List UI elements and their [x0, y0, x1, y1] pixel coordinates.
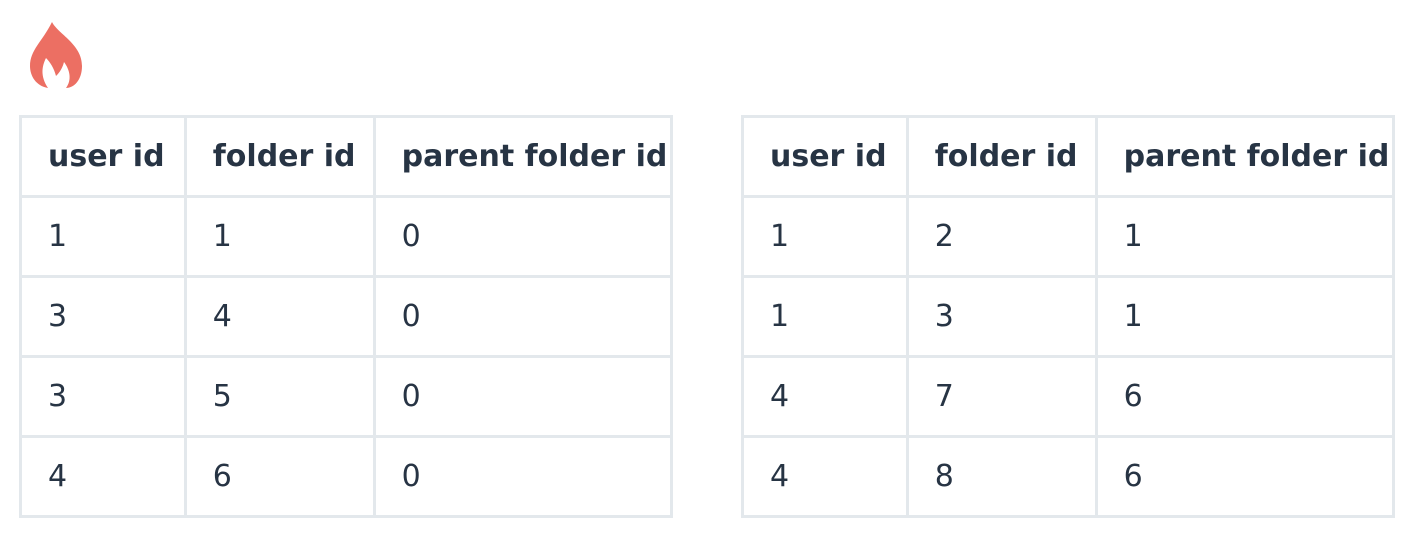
table-cell: 6	[1094, 355, 1396, 438]
table-cell: 6	[1094, 435, 1396, 518]
header-user-id: user id	[19, 115, 187, 198]
table-row: 1 3 1	[741, 275, 1396, 358]
table-cell: 8	[905, 435, 1098, 518]
table-cell: 2	[905, 195, 1098, 278]
table-cell: 0	[372, 195, 674, 278]
table-row: 3 4 0	[19, 275, 674, 358]
table-cell: 7	[905, 355, 1098, 438]
table-cell: 4	[741, 435, 909, 518]
table-cell: 3	[905, 275, 1098, 358]
table-cell: 1	[183, 195, 376, 278]
table-cell: 3	[19, 355, 187, 438]
table-row: 4 6 0	[19, 435, 674, 518]
table-cell: 4	[19, 435, 187, 518]
header-user-id: user id	[741, 115, 909, 198]
table-row: 4 7 6	[741, 355, 1396, 438]
table-cell: 1	[1094, 275, 1396, 358]
table-cell: 1	[1094, 195, 1396, 278]
table-cell: 1	[19, 195, 187, 278]
table-cell: 5	[183, 355, 376, 438]
table-cell: 1	[741, 195, 909, 278]
table-row: 3 5 0	[19, 355, 674, 438]
table-cell: 4	[741, 355, 909, 438]
table-cell: 0	[372, 435, 674, 518]
table-cell: 6	[183, 435, 376, 518]
table-row: 4 8 6	[741, 435, 1396, 518]
table-header-row: user id folder id parent folder id	[19, 115, 674, 198]
folders-table-right: user id folder id parent folder id 1 2 1…	[741, 115, 1396, 518]
table-cell: 4	[183, 275, 376, 358]
table-cell: 0	[372, 355, 674, 438]
folders-table-left: user id folder id parent folder id 1 1 0…	[19, 115, 674, 518]
flame-icon	[28, 20, 84, 90]
table-row: 1 1 0	[19, 195, 674, 278]
table-header-row: user id folder id parent folder id	[741, 115, 1396, 198]
table-cell: 1	[741, 275, 909, 358]
header-parent-folder-id: parent folder id	[372, 115, 674, 198]
table-row: 1 2 1	[741, 195, 1396, 278]
header-folder-id: folder id	[905, 115, 1098, 198]
table-cell: 3	[19, 275, 187, 358]
header-parent-folder-id: parent folder id	[1094, 115, 1396, 198]
table-cell: 0	[372, 275, 674, 358]
header-folder-id: folder id	[183, 115, 376, 198]
